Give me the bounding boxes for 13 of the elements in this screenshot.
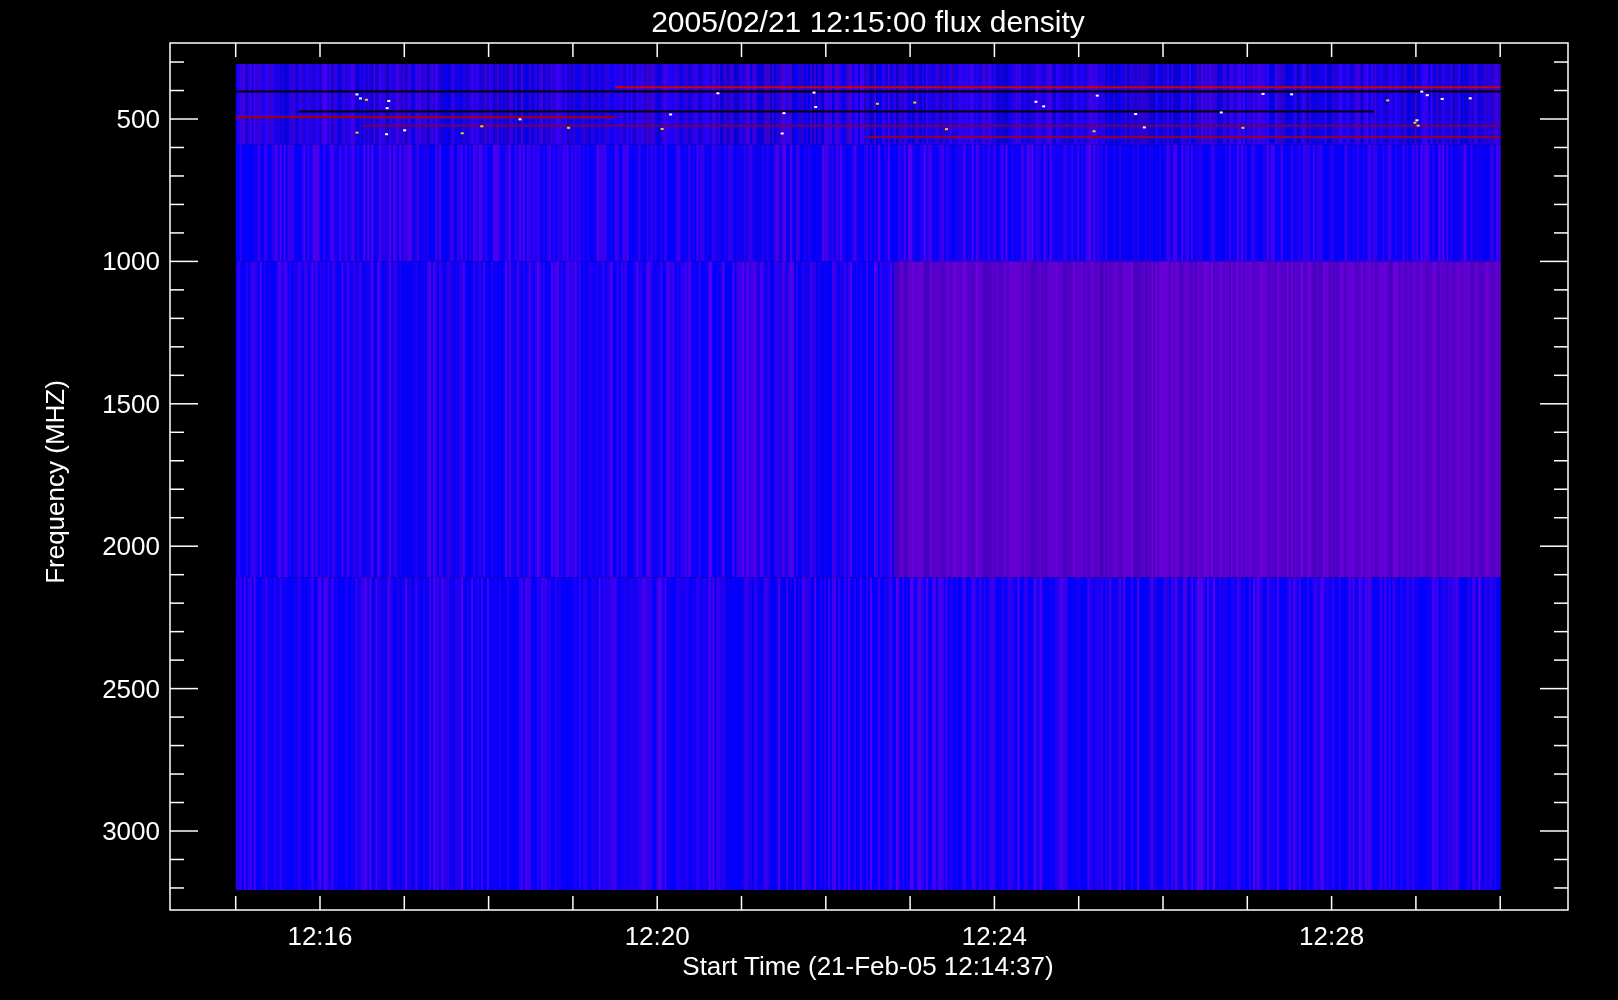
y-tick-label: 2000 [102,531,160,562]
x-tick-label: 12:28 [1299,921,1365,951]
y-tick-label: 1000 [102,246,160,277]
x-tick-label: 12:16 [287,921,353,951]
y-tick-label: 1500 [102,388,160,419]
x-tick-label: 12:20 [624,921,690,951]
y-tick-label: 2500 [102,673,160,704]
y-axis-label: Frequency (MHZ) [40,380,70,584]
x-tick-label: 12:24 [961,921,1027,951]
plot-title: 2005/02/21 12:15:00 flux density [651,5,1085,38]
x-axis-label: Start Time (21-Feb-05 12:14:37) [682,951,1054,981]
y-tick-label: 500 [116,104,160,134]
y-tick-label: 3000 [102,816,160,846]
